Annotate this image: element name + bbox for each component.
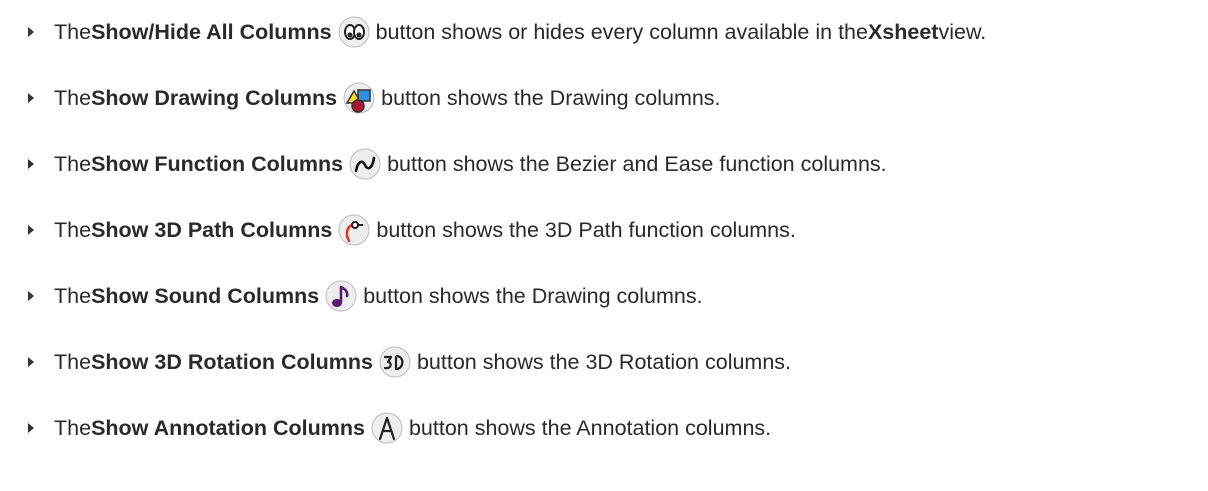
item-pre: The	[54, 217, 92, 242]
bullet-icon	[28, 93, 34, 103]
item-post: button shows the 3D Path function column…	[376, 217, 796, 242]
item-post: button shows the 3D Rotation columns.	[416, 349, 792, 374]
bullet-icon	[28, 357, 34, 367]
item-post: button shows the Drawing columns.	[381, 85, 721, 110]
eyes-icon	[338, 16, 370, 48]
list-item-show-3d-path: The Show 3D Path Columns button shows th…	[28, 210, 796, 250]
item-label: Show/Hide All Columns	[91, 19, 332, 44]
list-item-show-hide-all: The Show/Hide All Columns button shows o…	[28, 12, 986, 52]
bullet-icon	[28, 225, 34, 235]
item-label: Show Annotation Columns	[91, 415, 365, 440]
item-label: Show Drawing Columns	[91, 85, 338, 110]
bullet-icon	[28, 291, 34, 301]
list-item-show-annotation: The Show Annotation Columns button shows…	[28, 408, 771, 448]
item-post-bold: Xsheet	[867, 19, 939, 44]
item-label: Show Sound Columns	[91, 283, 320, 308]
item-pre: The	[54, 151, 92, 176]
list-item-show-drawing: The Show Drawing Columns button shows th…	[28, 78, 721, 118]
item-post: button shows the Bezier and Ease functio…	[387, 151, 887, 176]
item-label: Show 3D Rotation Columns	[91, 349, 373, 374]
3d-icon	[379, 346, 411, 378]
annotation-a-icon	[371, 412, 403, 444]
item-pre: The	[54, 283, 92, 308]
item-pre: The	[54, 415, 92, 440]
bullet-icon	[28, 27, 34, 37]
item-post: button shows the Annotation columns.	[408, 415, 772, 440]
music-note-icon	[325, 280, 357, 312]
list-item-show-function: The Show Function Columns button shows t…	[28, 144, 887, 184]
item-post: button shows or hides every column avail…	[375, 19, 868, 44]
item-pre: The	[54, 19, 92, 44]
list-item-show-sound: The Show Sound Columns button shows the …	[28, 276, 703, 316]
shapes-icon	[343, 82, 375, 114]
wave-icon	[349, 148, 381, 180]
item-post-end: view.	[938, 19, 987, 44]
list-item-show-3d-rotation: The Show 3D Rotation Columns button show…	[28, 342, 791, 382]
item-pre: The	[54, 85, 92, 110]
item-label: Show Function Columns	[91, 151, 344, 176]
item-post: button shows the Drawing columns.	[363, 283, 703, 308]
item-label: Show 3D Path Columns	[91, 217, 333, 242]
bullet-icon	[28, 423, 34, 433]
path-icon	[338, 214, 370, 246]
bullet-icon	[28, 159, 34, 169]
item-pre: The	[54, 349, 92, 374]
